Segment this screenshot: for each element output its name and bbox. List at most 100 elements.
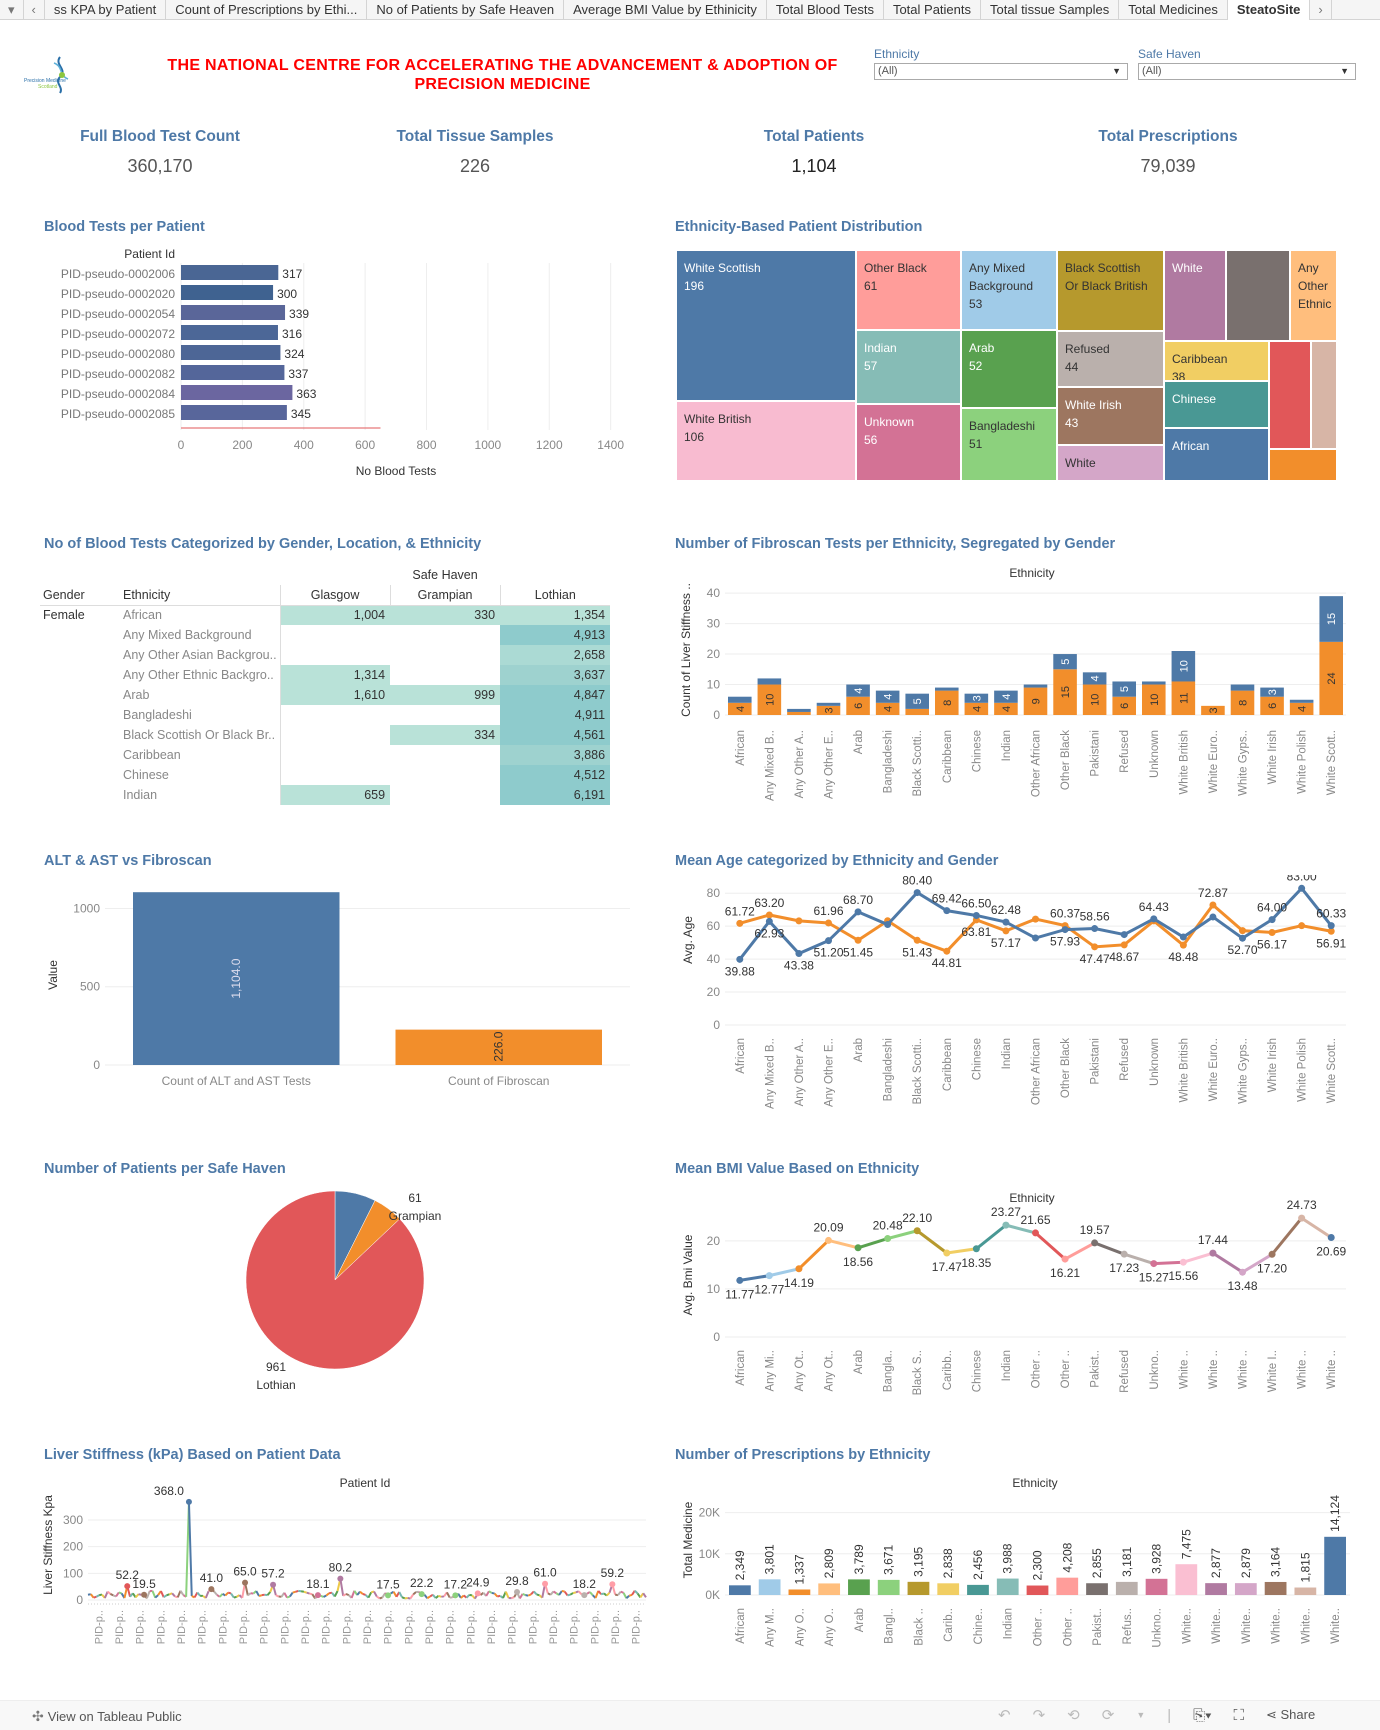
line-segment bbox=[536, 1593, 540, 1597]
annotated-point bbox=[242, 1579, 249, 1586]
treemap-cell[interactable]: Any Other Ethnic bbox=[1290, 250, 1337, 341]
annotated-point bbox=[542, 1580, 549, 1587]
treemap-cell[interactable]: Other Black 61 bbox=[856, 250, 961, 330]
tab-total-patients[interactable]: Total Patients bbox=[884, 0, 981, 20]
tab-total-blood-tests[interactable]: Total Blood Tests bbox=[767, 0, 884, 20]
line-segment bbox=[409, 1593, 415, 1600]
x-category-label: Pakist.. bbox=[1092, 1608, 1104, 1646]
tab-scroll-right[interactable]: › bbox=[1310, 0, 1332, 20]
ethnicity-select-value: (All) bbox=[878, 65, 898, 77]
treemap-cell[interactable]: Indian 57 bbox=[856, 330, 961, 404]
bar-value-label: 3,181 bbox=[1120, 1547, 1134, 1577]
data-label: 51.20 bbox=[813, 946, 843, 960]
x-tick-label: 600 bbox=[355, 438, 375, 452]
y-axis-label: Count of Liver Stiffness .. bbox=[679, 583, 693, 717]
bar bbox=[1056, 1577, 1079, 1595]
data-label: 62.93 bbox=[754, 926, 784, 940]
safe-haven-select[interactable]: (All) ▼ bbox=[1138, 63, 1356, 80]
x-category-label: Other African bbox=[1031, 1038, 1043, 1105]
view-on-tableau-link[interactable]: ✣ View on Tableau Public bbox=[32, 1708, 182, 1725]
treemap-cell[interactable]: Unknown 56 bbox=[856, 404, 961, 481]
treemap-cell[interactable]: Chinese bbox=[1164, 381, 1269, 428]
pause-dropdown-icon[interactable]: ▼ bbox=[1136, 1710, 1145, 1720]
x-category-label: White Polish bbox=[1297, 1038, 1309, 1102]
bar-value-label: 2,877 bbox=[1209, 1548, 1223, 1578]
treemap-cell[interactable]: Any Mixed Background 53 bbox=[961, 250, 1057, 330]
value-cell bbox=[390, 785, 501, 805]
tab-scroll-left[interactable]: ‹ bbox=[24, 0, 45, 20]
value-cell: 4,847 bbox=[500, 685, 611, 705]
x-category-label: White British bbox=[1178, 1038, 1190, 1103]
download-icon[interactable]: ⎘▾ bbox=[1193, 1707, 1211, 1724]
treemap-cell-value: 44 bbox=[1065, 360, 1079, 374]
line-segment bbox=[187, 1501, 193, 1597]
line-segment bbox=[1153, 1260, 1184, 1266]
treemap-cell[interactable]: White bbox=[1164, 250, 1226, 341]
line-segment bbox=[511, 1596, 515, 1600]
x-tick-label: 1400 bbox=[597, 438, 624, 452]
x-category-label: White.. bbox=[1271, 1608, 1283, 1644]
treemap-cell[interactable]: Caribbean 38 bbox=[1164, 341, 1269, 381]
line-segment bbox=[398, 1591, 403, 1598]
tab-steatosite[interactable]: SteatoSite bbox=[1227, 0, 1311, 20]
line-segment bbox=[154, 1594, 159, 1599]
undo-icon[interactable]: ↶ bbox=[998, 1706, 1011, 1724]
treemap-cell[interactable]: White bbox=[1057, 445, 1164, 481]
tab-total-medicines[interactable]: Total Medicines bbox=[1119, 0, 1228, 20]
tab-average-bmi[interactable]: Average BMI Value by Ethinicity bbox=[564, 0, 767, 20]
tab-menu-dropdown[interactable]: ▾ bbox=[0, 0, 24, 20]
y-tick-label: 10 bbox=[707, 678, 721, 692]
treemap-cell[interactable]: White Irish 43 bbox=[1057, 387, 1164, 445]
treemap-cell[interactable]: White British 106 bbox=[676, 401, 856, 481]
bar bbox=[1294, 1587, 1317, 1595]
x-category-label: Arab bbox=[853, 730, 865, 754]
treemap-cell[interactable] bbox=[1269, 449, 1337, 481]
tab-prescriptions[interactable]: Count of Prescriptions by Ethi... bbox=[166, 0, 368, 20]
treemap-cell[interactable] bbox=[1269, 341, 1311, 449]
fullscreen-icon[interactable]: ⛶ bbox=[1233, 1707, 1244, 1724]
bar-value-label: 9 bbox=[1031, 698, 1043, 704]
treemap-cell[interactable]: African bbox=[1164, 428, 1269, 481]
line-segment bbox=[373, 1591, 378, 1598]
share-button[interactable]: ⋖ Share bbox=[1266, 1707, 1315, 1723]
bar bbox=[758, 1579, 781, 1595]
line-segment bbox=[1270, 1217, 1303, 1256]
y-tick-label: 0 bbox=[713, 708, 720, 722]
y-tick-label: 80 bbox=[707, 886, 721, 900]
kpi-title: Total Prescriptions bbox=[1098, 128, 1238, 145]
gender-cell bbox=[40, 645, 120, 665]
revert-icon[interactable]: ⟲ bbox=[1067, 1706, 1080, 1724]
line-segment bbox=[90, 1593, 95, 1599]
kpi-title: Full Blood Test Count bbox=[80, 128, 240, 145]
x-category-label: White .. bbox=[1178, 1350, 1190, 1389]
treemap-cell[interactable]: Bangladeshi 51 bbox=[961, 408, 1057, 481]
data-label: 17.47 bbox=[932, 1260, 962, 1274]
line-segment bbox=[423, 1594, 429, 1599]
value-cell: 1,610 bbox=[279, 685, 391, 705]
data-label: 61.0 bbox=[533, 1566, 557, 1580]
ethnicity-select[interactable]: (All) ▼ bbox=[874, 63, 1128, 80]
kpi-value: 79,039 bbox=[1140, 156, 1196, 176]
treemap-cell[interactable] bbox=[1311, 341, 1337, 449]
data-label: 64.43 bbox=[1139, 900, 1169, 914]
line-point bbox=[1209, 913, 1217, 921]
tab-patients-safe-haven[interactable]: No of Patients by Safe Heaven bbox=[367, 0, 565, 20]
bar bbox=[967, 1584, 989, 1595]
y-tick-label: 20 bbox=[707, 1234, 721, 1248]
treemap-cell[interactable] bbox=[1226, 250, 1290, 341]
treemap-cell[interactable]: Refused 44 bbox=[1057, 331, 1164, 387]
refresh-icon[interactable]: ⟳ bbox=[1102, 1706, 1115, 1724]
annotated-point bbox=[314, 1592, 321, 1599]
treemap-cell[interactable]: Black Scottish Or Black British bbox=[1057, 250, 1164, 331]
dropdown-arrow-icon: ▼ bbox=[1112, 66, 1121, 76]
annotated-point bbox=[452, 1592, 459, 1599]
data-label: 66.50 bbox=[961, 896, 991, 910]
value-cell bbox=[279, 705, 391, 725]
treemap-cell[interactable]: White Scottish 196 bbox=[676, 250, 856, 401]
data-label: 51.45 bbox=[843, 945, 873, 959]
treemap-cell[interactable]: Arab 52 bbox=[961, 330, 1057, 408]
redo-icon[interactable]: ↷ bbox=[1033, 1706, 1046, 1724]
y-axis-label: Liver Stiffness Kpa bbox=[41, 1495, 55, 1595]
tab-kpa-by-patient[interactable]: ss KPA by Patient bbox=[45, 0, 167, 20]
tab-total-tissue-samples[interactable]: Total tissue Samples bbox=[981, 0, 1120, 20]
